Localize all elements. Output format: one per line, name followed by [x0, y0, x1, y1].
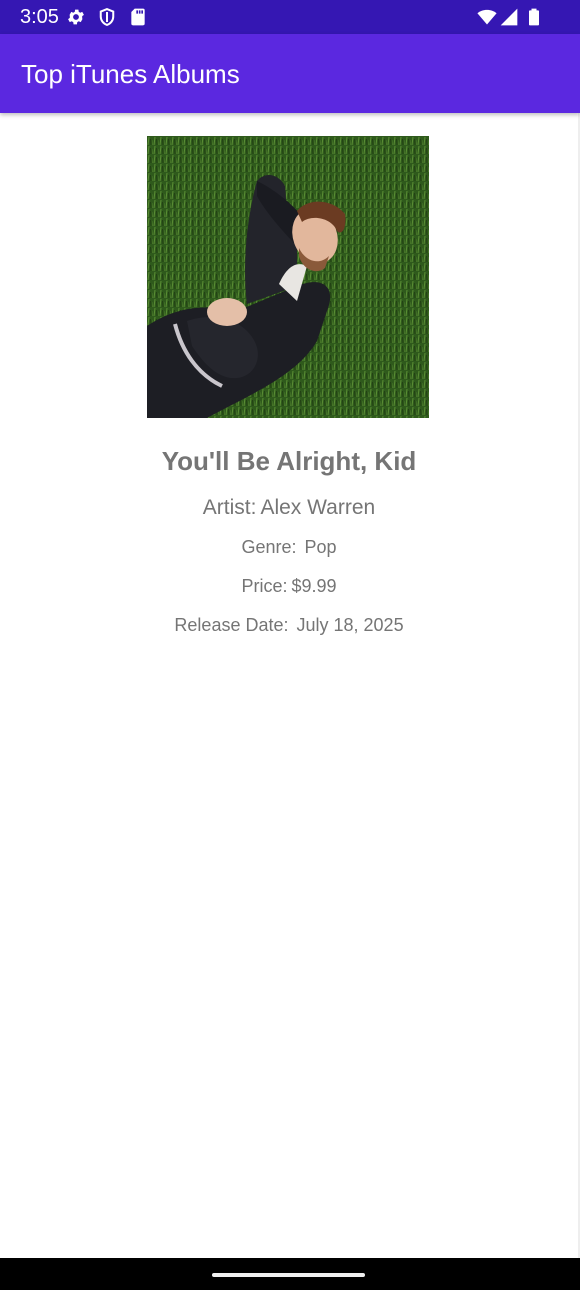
genre-value: Pop [304, 537, 337, 557]
album-genre: Genre: Pop [0, 535, 578, 559]
price-value: $9.99 [291, 576, 337, 596]
artist-label: Artist: [202, 496, 257, 519]
artist-value: Alex Warren [260, 496, 376, 519]
sd-card-icon [128, 7, 148, 27]
navigation-bar [0, 1258, 580, 1290]
price-label: Price: [241, 576, 288, 596]
album-price: Price: $9.99 [0, 574, 578, 598]
album-cover-image [147, 136, 429, 418]
app-bar: Top iTunes Albums [0, 34, 580, 113]
page-title: Top iTunes Albums [21, 59, 240, 89]
status-time: 3:05 [20, 6, 59, 28]
cell-signal-icon [499, 7, 519, 27]
album-title: You'll Be Alright, Kid [161, 446, 417, 476]
album-release-date: Release Date: July 18, 2025 [0, 613, 578, 637]
shield-icon [97, 7, 117, 27]
release-date-label: Release Date: [174, 615, 289, 635]
album-artist: Artist: Alex Warren [0, 494, 578, 521]
battery-icon [524, 7, 544, 27]
wifi-icon [477, 7, 497, 27]
status-bar: 3:05 [0, 0, 580, 34]
release-date-value: July 18, 2025 [296, 615, 404, 635]
gear-icon [66, 7, 86, 27]
genre-label: Genre: [241, 537, 297, 557]
home-gesture-handle[interactable] [212, 1273, 365, 1277]
